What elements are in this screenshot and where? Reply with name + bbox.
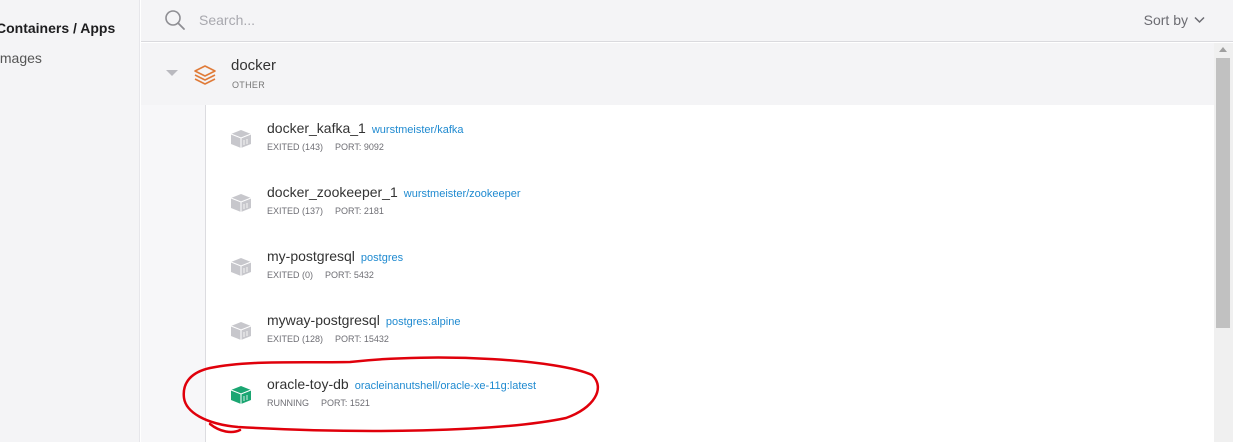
container-port: PORT: 9092 [335,142,384,152]
compose-group-docker[interactable]: docker OTHER [141,43,1214,105]
sidebar: Containers / Apps Images [0,0,140,442]
search-icon [165,10,185,30]
container-status: RUNNING [267,398,309,408]
container-image-link[interactable]: oracleinanutshell/oracle-xe-11g:latest [355,380,536,392]
sidebar-item-images[interactable]: Images [0,50,42,66]
container-image-link[interactable]: postgres:alpine [386,316,461,328]
group-name: docker [231,57,277,74]
container-port: PORT: 5432 [325,270,374,280]
vertical-scrollbar[interactable] [1214,43,1233,442]
container-icon [230,258,252,276]
container-running-icon [230,386,252,404]
container-name: docker_zookeeper_1 [267,184,398,200]
sort-by-label: Sort by [1143,12,1188,28]
container-icon [230,322,252,340]
sidebar-item-containers-apps[interactable]: Containers / Apps [0,20,115,36]
scrollbar-thumb[interactable] [1216,58,1230,328]
search-bar: Sort by [141,0,1233,42]
container-row-docker-kafka-1[interactable]: docker_kafka_1 wurstmeister/kafka EXITED … [206,105,1215,169]
container-icon [230,130,252,148]
container-status: EXITED (128) [267,334,324,344]
container-name: oracle-toy-db [267,376,349,392]
container-row-myway-postgresql[interactable]: myway-postgresql postgres:alpine EXITED (… [206,297,1215,361]
container-row-my-postgresql[interactable]: my-postgresql postgres EXITED (0) PORT: 54… [206,233,1215,297]
container-status: EXITED (143) [267,142,324,152]
container-port: PORT: 15432 [335,334,389,344]
chevron-down-icon [1194,16,1205,24]
container-name: docker_kafka_1 [267,120,366,136]
container-image-link[interactable]: postgres [361,252,403,264]
container-port: PORT: 2181 [335,206,384,216]
container-icon [230,194,252,212]
container-status: EXITED (0) [267,270,314,280]
containers-list-panel: docker OTHER docker_kafka_1 wurstmeister/… [141,43,1214,442]
container-status: EXITED (137) [267,206,324,216]
container-row-oracle-toy-db[interactable]: oracle-toy-db oracleinanutshell/oracle-xe… [206,361,1215,425]
container-name: my-postgresql [267,248,355,264]
scroll-up-arrow-icon[interactable] [1219,47,1227,52]
container-image-link[interactable]: wurstmeister/zookeeper [404,188,521,200]
stack-icon [194,65,216,85]
sort-by-button[interactable]: Sort by [1144,12,1205,28]
docker-desktop-window: Containers / Apps Images Sort by docker … [0,0,1233,442]
expand-caret-icon[interactable] [166,70,178,76]
container-list: docker_kafka_1 wurstmeister/kafka EXITED … [205,105,1214,442]
group-type: OTHER [232,80,265,90]
container-image-link[interactable]: wurstmeister/kafka [372,124,464,136]
container-port: PORT: 1521 [321,398,370,408]
search-input[interactable] [199,8,799,32]
container-name: myway-postgresql [267,312,380,328]
container-row-docker-zookeeper-1[interactable]: docker_zookeeper_1 wurstmeister/zookeeper… [206,169,1215,233]
